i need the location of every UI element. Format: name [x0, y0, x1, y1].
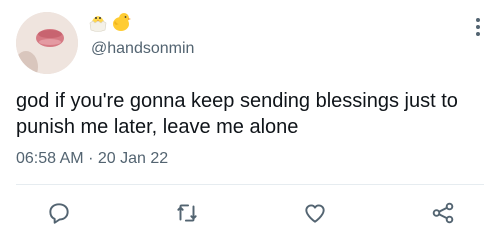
emoji-row — [88, 11, 132, 35]
baby-chick-icon — [113, 13, 131, 31]
like-icon — [305, 204, 325, 223]
timestamp-separator: · — [88, 150, 94, 167]
tweet-timestamp: 06:58 AM · 20 Jan 22 — [16, 150, 168, 168]
tweet-date[interactable]: 20 Jan 22 — [98, 150, 168, 167]
reply-button[interactable] — [46, 200, 72, 226]
tweet-time[interactable]: 06:58 AM — [16, 150, 84, 167]
more-vertical-icon[interactable] — [474, 18, 482, 42]
avatar-lips-icon — [16, 12, 78, 74]
action-bar — [0, 194, 500, 230]
hatching-chick-icon — [89, 16, 107, 32]
share-button[interactable] — [430, 200, 456, 226]
divider — [16, 184, 484, 185]
share-icon — [432, 202, 454, 224]
retweet-button[interactable] — [174, 200, 200, 226]
user-handle[interactable]: @handsonmin — [91, 40, 194, 58]
tweet-text: god if you're gonna keep sending blessin… — [16, 90, 458, 138]
retweet-icon — [177, 204, 197, 222]
tweet-card: @handsonmin god if you're gonna keep sen… — [0, 0, 500, 250]
reply-icon — [49, 203, 69, 224]
avatar[interactable] — [16, 12, 78, 74]
like-button[interactable] — [302, 200, 328, 226]
